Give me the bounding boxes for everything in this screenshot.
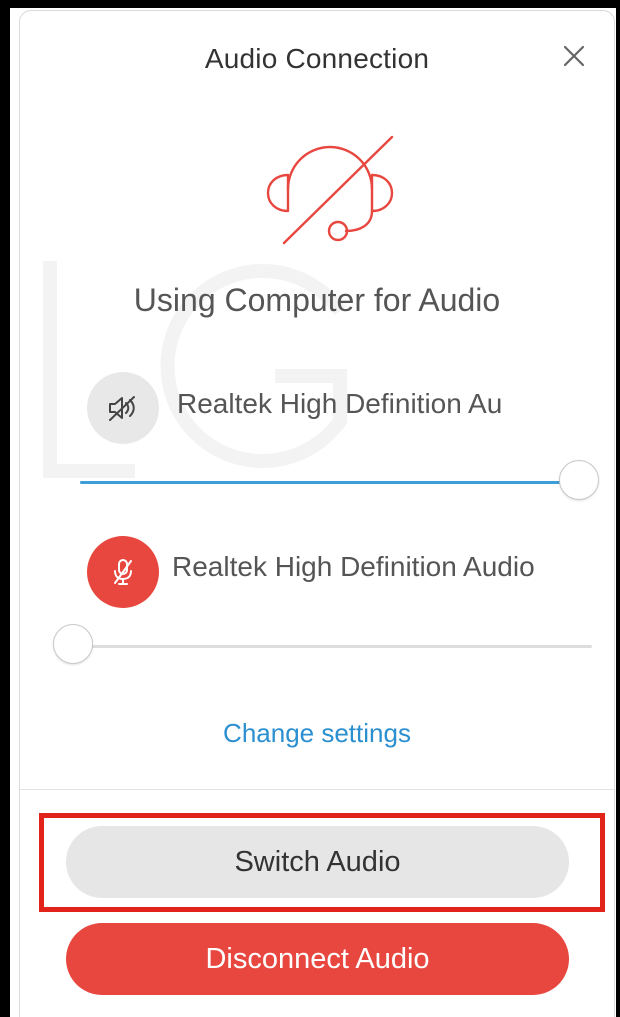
window-frame-top	[0, 0, 620, 8]
screen: Audio Connection Using Computer for Audi…	[0, 0, 620, 1017]
window-frame-right	[616, 0, 620, 1017]
dialog-title: Audio Connection	[204, 43, 430, 74]
microphone-device-name: Realtek High Definition Audio	[172, 551, 535, 582]
microphone-slider-track	[73, 645, 592, 648]
speaker-device-name: Realtek High Definition Au	[177, 388, 503, 419]
speaker-mute-button[interactable]	[87, 372, 159, 444]
change-settings-link[interactable]: Change settings	[20, 718, 614, 749]
divider	[20, 789, 614, 790]
switch-audio-button[interactable]: Switch Audio	[66, 826, 569, 898]
speaker-slider-thumb[interactable]	[559, 460, 599, 500]
speaker-volume-slider[interactable]	[80, 460, 599, 504]
disconnect-audio-button[interactable]: Disconnect Audio	[66, 923, 569, 995]
audio-status-text: Using Computer for Audio	[133, 282, 501, 318]
microphone-volume-slider[interactable]	[53, 624, 592, 668]
speaker-slider-fill	[80, 481, 579, 484]
microphone-slider-thumb[interactable]	[53, 624, 93, 664]
window-frame-left	[0, 0, 10, 1017]
microphone-muted-icon	[114, 559, 132, 585]
close-button[interactable]	[557, 39, 591, 73]
microphone-mute-button[interactable]	[87, 536, 159, 608]
speaker-muted-icon	[109, 396, 135, 421]
close-icon	[563, 45, 585, 67]
headset-muted-icon	[266, 135, 394, 245]
